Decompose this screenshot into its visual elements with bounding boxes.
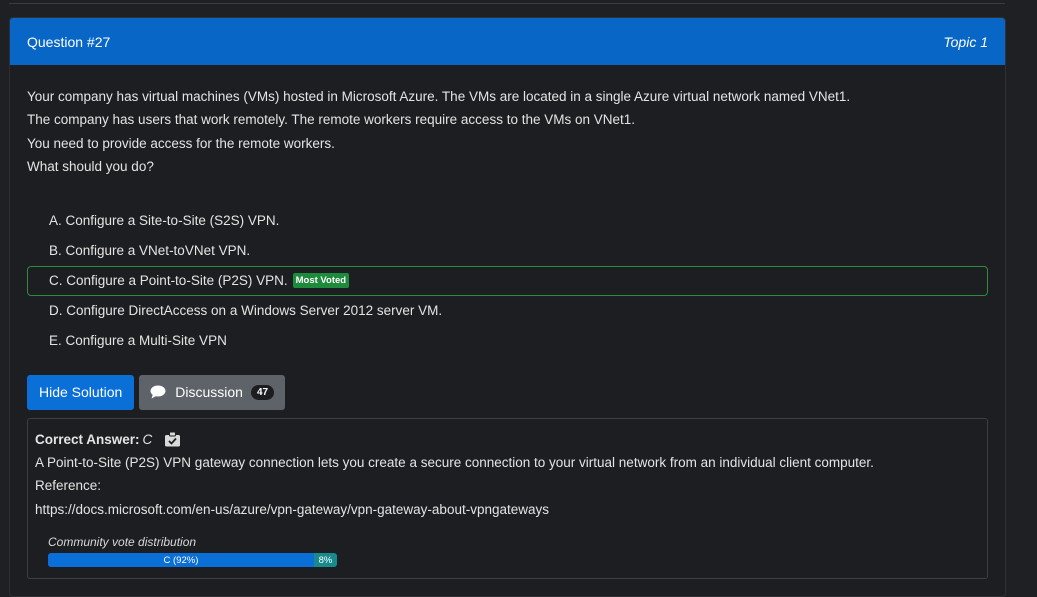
choice-a[interactable]: A. Configure a Site-to-Site (S2S) VPN. [27,206,988,236]
reference-label: Reference: [35,478,102,494]
correct-answer-value: C [142,431,153,447]
vote-distribution: Community vote distribution C (92%) 8% [35,535,980,568]
vote-segment-label: 8% [318,554,333,566]
chat-bubble-icon [150,385,166,399]
choice-c[interactable]: C. Configure a Point-to-Site (P2S) VPN. … [27,265,988,296]
correct-answer-label: Correct Answer: [35,431,140,447]
hide-solution-label: Hide Solution [39,384,123,401]
choice-text: E. Configure a Multi-Site VPN [49,333,227,349]
choice-text: A. Configure a Site-to-Site (S2S) VPN. [49,213,280,229]
question-number: Question #27 [27,33,111,50]
correct-answer-line: Correct Answer: C [35,428,980,451]
choice-text: B. Configure a VNet-toVNet VPN. [49,243,251,259]
vote-segment-c[interactable]: C (92%) [48,553,314,568]
question-paragraph: Your company has virtual machines (VMs) … [27,89,851,104]
vote-segment-label: C (92%) [163,554,199,566]
question-paragraph: What should you do? [27,159,154,175]
vote-distribution-title: Community vote distribution [48,535,197,550]
most-voted-badge: Most Voted [292,273,350,289]
discussion-label: Discussion [175,384,243,401]
clipboard-check-icon[interactable] [164,431,181,447]
answer-explanation: A Point-to-Site (P2S) VPN gateway connec… [35,455,874,471]
choice-e[interactable]: E. Configure a Multi-Site VPN [27,326,988,356]
vote-segment-other[interactable]: 8% [313,553,337,568]
action-buttons: Hide Solution Discussion 47 [27,374,988,410]
hide-solution-button[interactable]: Hide Solution [27,374,135,410]
answer-panel: Correct Answer: C A Point-to-Site (P2S) V… [27,417,988,579]
reference-link[interactable]: https://docs.microsoft.com/en-us/azure/v… [35,498,980,521]
choices-list: A. Configure a Site-to-Site (S2S) VPN. B… [27,206,988,356]
choice-d[interactable]: D. Configure DirectAccess on a Windows S… [27,296,988,326]
top-divider [9,0,1005,4]
question-header: Question #27 Topic 1 [10,18,1005,65]
topic-label: Topic 1 [943,33,988,50]
choice-text: C. Configure a Point-to-Site (P2S) VPN. [49,273,288,289]
question-paragraph: You need to provide access for the remot… [27,135,335,151]
discussion-button[interactable]: Discussion 47 [139,374,286,410]
question-paragraph: The company has users that work remotely… [27,112,636,128]
vote-bar: C (92%) 8% [48,553,337,568]
question-body: Your company has virtual machines (VMs) … [10,65,1005,579]
question-text: Your company has virtual machines (VMs) … [27,85,988,179]
choice-b[interactable]: B. Configure a VNet-toVNet VPN. [27,236,988,266]
discussion-count-badge: 47 [250,384,275,400]
choice-text: D. Configure DirectAccess on a Windows S… [49,303,443,319]
question-card: Question #27 Topic 1 Your company has vi… [9,17,1006,597]
